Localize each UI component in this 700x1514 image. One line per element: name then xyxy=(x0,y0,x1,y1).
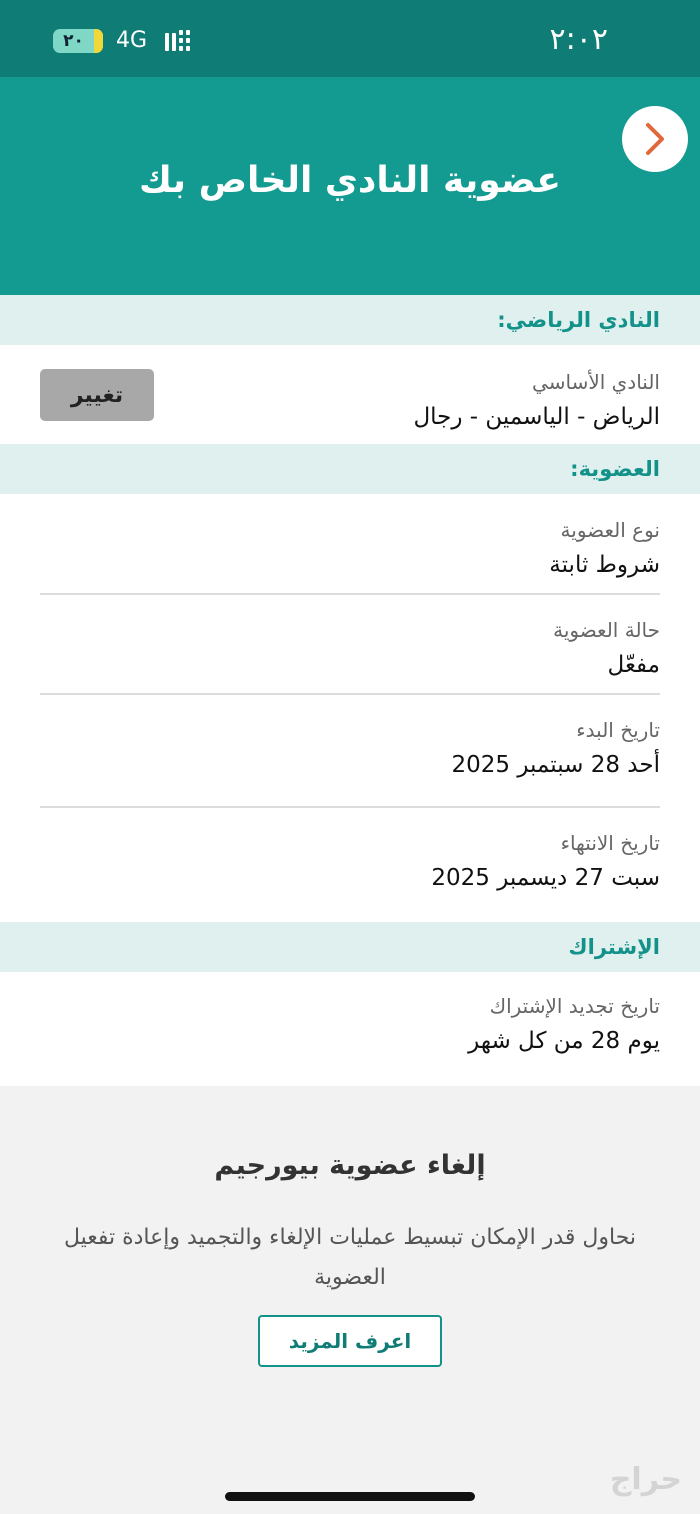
page-title: عضوية النادي الخاص بك xyxy=(139,160,561,201)
end-date-value: سبت 27 ديسمبر 2025 xyxy=(431,865,660,891)
start-date-value: أحد 28 سبتمبر 2025 xyxy=(451,752,660,778)
end-date-row: تاريخ الانتهاء سبت 27 ديسمبر 2025 xyxy=(40,831,660,891)
subscription-panel: تاريخ تجديد الإشتراك يوم 28 من كل شهر xyxy=(0,972,700,1086)
membership-type-row: نوع العضوية شروط ثابتة xyxy=(40,518,660,578)
status-bar: ٢٠ 4G ٢:٠٢ xyxy=(0,0,700,77)
renewal-date-label: تاريخ تجديد الإشتراك xyxy=(489,994,660,1018)
end-date-label: تاريخ الانتهاء xyxy=(560,831,660,855)
change-club-button[interactable]: تغيير xyxy=(40,369,154,421)
membership-type-value: شروط ثابتة xyxy=(549,552,660,578)
battery-level: ٢٠ xyxy=(63,31,84,51)
sports-club-panel: النادي الأساسي الرياض - الياسمين - رجال … xyxy=(0,345,700,444)
start-date-label: تاريخ البدء xyxy=(576,718,660,742)
divider xyxy=(40,806,660,808)
status-time: ٢:٠٢ xyxy=(549,22,608,57)
start-date-row: تاريخ البدء أحد 28 سبتمبر 2025 xyxy=(40,718,660,778)
page-header: عضوية النادي الخاص بك xyxy=(0,77,700,295)
chevron-right-icon xyxy=(646,123,664,155)
membership-type-label: نوع العضوية xyxy=(560,518,660,542)
membership-status-label: حالة العضوية xyxy=(553,618,660,642)
battery-fill xyxy=(94,29,103,53)
learn-more-button[interactable]: اعرف المزيد xyxy=(258,1315,442,1367)
membership-panel: نوع العضوية شروط ثابتة حالة العضوية مفعّ… xyxy=(0,494,700,922)
divider xyxy=(40,693,660,695)
renewal-date-value: يوم 28 من كل شهر xyxy=(468,1028,660,1054)
membership-status-row: حالة العضوية مفعّل xyxy=(40,618,660,678)
network-type: 4G xyxy=(116,28,148,53)
section-membership: العضوية: xyxy=(0,444,700,494)
section-sports-club: النادي الرياضي: xyxy=(0,295,700,345)
renewal-date-row: تاريخ تجديد الإشتراك يوم 28 من كل شهر xyxy=(40,994,660,1054)
divider xyxy=(40,593,660,595)
cancel-membership-title: إلغاء عضوية بيورجيم xyxy=(214,1150,486,1181)
haraj-watermark: حراج xyxy=(609,1462,682,1497)
section-subscription: الإشتراك xyxy=(0,922,700,972)
battery-icon: ٢٠ xyxy=(53,29,103,53)
home-indicator[interactable] xyxy=(225,1492,475,1501)
signal-icon xyxy=(165,30,190,51)
cancel-membership-description: نحاول قدر الإمكان تبسيط عمليات الإلغاء و… xyxy=(63,1225,637,1290)
membership-status-value: مفعّل xyxy=(607,652,660,678)
